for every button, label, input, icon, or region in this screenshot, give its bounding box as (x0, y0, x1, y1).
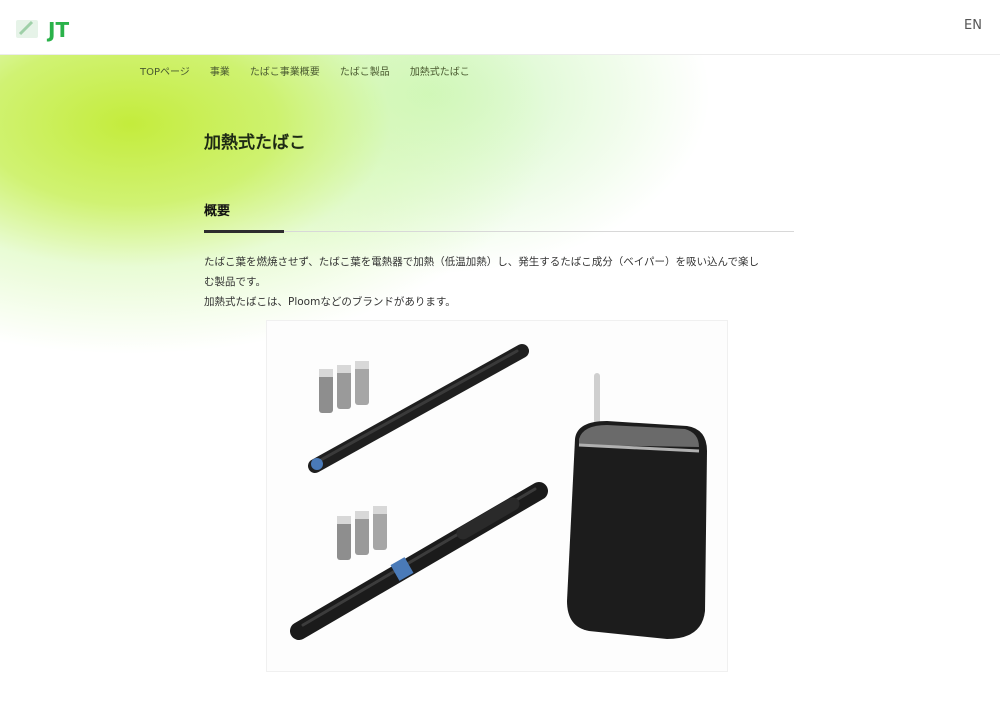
breadcrumb-item-current: 加熱式たばこ (409, 67, 470, 78)
breadcrumb-item-tobacco-business[interactable]: たばこ事業概要 (250, 63, 320, 78)
box-device (567, 373, 707, 639)
breadcrumb-item-top[interactable]: TOPページ (140, 63, 190, 78)
page-title: 加熱式たばこ (204, 133, 306, 153)
product-image (266, 320, 728, 672)
section-divider-accent (204, 230, 284, 233)
section-title: 概要 (204, 204, 231, 219)
logo-text: JT (46, 18, 69, 42)
breadcrumb-item-tobacco-products[interactable]: たばこ製品 (340, 63, 390, 78)
description-line-2: 加熱式たばこは、Ploomなどのブランドがあります。 (204, 296, 456, 308)
jt-logo[interactable]: JT (14, 12, 84, 44)
section-description: たばこ葉を燃焼させず、たばこ葉を電熱器で加熱（低温加熱）し、発生するたばこ成分（… (204, 252, 764, 312)
site-header: JT EN (0, 0, 1000, 55)
section-divider (204, 231, 794, 232)
breadcrumb-item-business[interactable]: 事業 (210, 63, 230, 78)
description-line-1: たばこ葉を燃焼させず、たばこ葉を電熱器で加熱（低温加熱）し、発生するたばこ成分（… (204, 256, 760, 288)
cartridges-upper (319, 361, 369, 413)
pen-device-lower (290, 482, 548, 640)
language-switch[interactable]: EN (964, 18, 982, 33)
breadcrumb: TOPページ 事業 たばこ事業概要 たばこ製品 加熱式たばこ (140, 63, 470, 78)
heated-tobacco-products-illustration (290, 344, 707, 640)
cartridges-lower (337, 506, 387, 560)
